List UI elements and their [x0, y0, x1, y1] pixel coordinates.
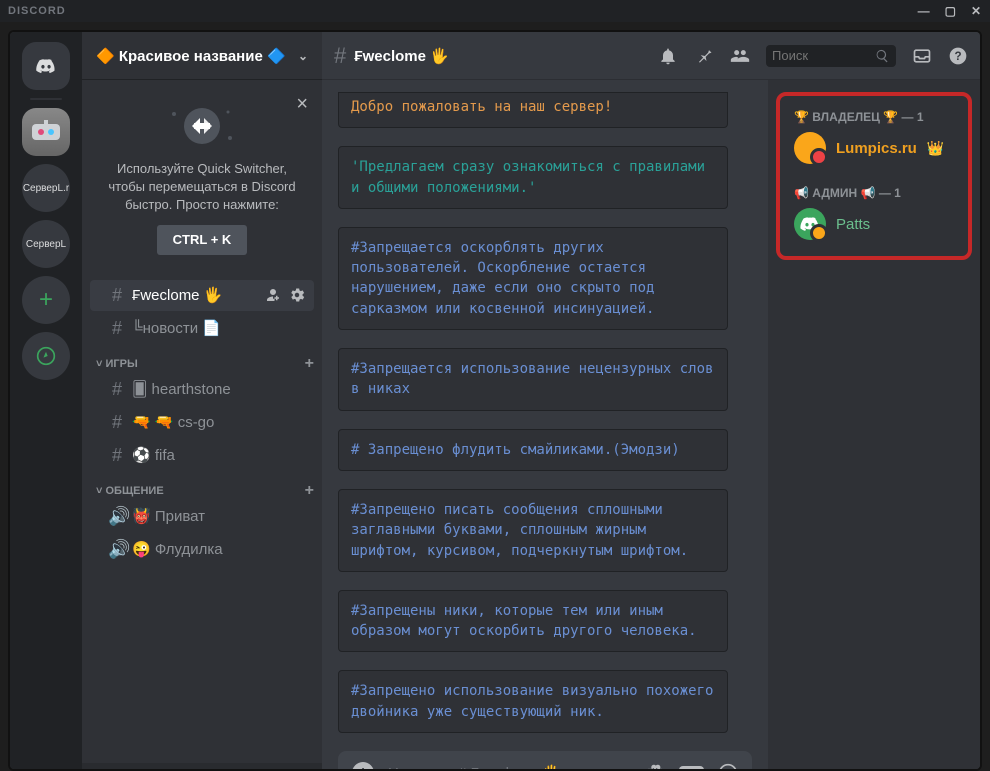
message: #Запрещены ники, которые тем или иным об…: [338, 590, 728, 653]
server-avatar[interactable]: [22, 108, 70, 156]
search-field[interactable]: [772, 48, 869, 63]
channel-label: ₣weclome 🖐: [132, 286, 222, 304]
speaker-icon: 🔊: [108, 539, 126, 560]
message: Добро пожаловать на наш сервер!: [338, 92, 728, 128]
channel-weclome[interactable]: # ₣weclome 🖐: [90, 280, 314, 311]
window-close[interactable]: ✕: [971, 4, 982, 18]
channel-label: 👹 Приват: [132, 507, 205, 525]
voice-private[interactable]: 🔊 👹 Приват: [90, 501, 314, 532]
hash-icon: #: [108, 445, 126, 466]
inbox-icon[interactable]: [912, 46, 932, 66]
hash-icon: #: [108, 379, 126, 400]
channel-label: 🔫 🔫 cs-go: [132, 413, 214, 431]
message: #Запрещено использование визуально похож…: [338, 670, 728, 733]
close-icon[interactable]: ×: [296, 90, 308, 118]
svg-text:?: ?: [954, 50, 961, 63]
message: #Запрещается оскорблять других пользоват…: [338, 227, 728, 330]
message: #Запрещено писать сообщения сплошными за…: [338, 489, 728, 572]
bell-icon[interactable]: [658, 46, 678, 66]
hash-icon: #: [108, 318, 126, 339]
search-input[interactable]: [766, 45, 896, 67]
channel-label: ⚽ fifa: [132, 446, 175, 464]
message: 'Предлагаем сразу ознакомиться с правила…: [338, 146, 728, 209]
channel-label: ╚новости 📄: [132, 319, 221, 337]
member-avatar: [794, 132, 826, 164]
members-icon[interactable]: [730, 46, 750, 66]
quick-switcher-card: × Используйте Quick Switcher, чтобы пере…: [90, 88, 314, 271]
server-avatar[interactable]: СерверL: [22, 220, 70, 268]
invite-icon[interactable]: [264, 286, 282, 304]
channel-hearthstone[interactable]: # 🂠 hearthstone: [90, 374, 314, 405]
app-title: DISCORD: [8, 5, 66, 17]
channel-fifa[interactable]: # ⚽ fifa: [90, 440, 314, 471]
channel-header: # ₣weclome 🖐 ?: [322, 32, 980, 80]
server-avatar[interactable]: СерверL.r: [22, 164, 70, 212]
emoji-icon[interactable]: [718, 763, 738, 771]
search-icon: [875, 47, 890, 65]
server-list: СерверL.r СерверL +: [10, 32, 82, 771]
role-header-admin: 📢 АДМИН 📢 — 1: [788, 178, 960, 204]
member-row[interactable]: Lumpics.ru 👑: [788, 128, 960, 168]
explore-button[interactable]: [22, 332, 70, 380]
channel-csgo[interactable]: # 🔫 🔫 cs-go: [90, 407, 314, 438]
add-channel-icon[interactable]: +: [305, 355, 314, 373]
crown-icon: 👑: [927, 140, 944, 157]
message: # Запрещено флудить смайликами.(Эмодзи): [338, 429, 728, 471]
message-input[interactable]: + Написать # ₣weclome 🖐 GIF: [338, 751, 752, 771]
member-list: 🏆 ВЛАДЕЛЕЦ 🏆 — 1 Lumpics.ru 👑 📢 АДМИН 📢 …: [768, 80, 980, 771]
hash-icon: #: [334, 43, 346, 69]
pin-icon[interactable]: [694, 46, 714, 66]
category-games[interactable]: ˅ ИГРЫ +: [82, 345, 322, 373]
member-avatar: [794, 208, 826, 240]
quick-switcher-art: [102, 102, 302, 150]
quick-switcher-text: Используйте Quick Switcher, чтобы переме…: [102, 160, 302, 215]
input-placeholder: Написать # ₣weclome 🖐: [388, 764, 631, 771]
chevron-down-icon: ⌄: [298, 49, 308, 63]
gift-icon[interactable]: [645, 763, 665, 771]
speaker-icon: 🔊: [108, 506, 126, 527]
member-name: Lumpics.ru: [836, 140, 917, 157]
attach-button[interactable]: +: [352, 762, 374, 771]
channel-label: 🂠 hearthstone: [132, 380, 231, 398]
channel-title: ₣weclome 🖐: [354, 47, 449, 65]
channel-news[interactable]: # ╚новости 📄: [90, 313, 314, 344]
message: #Запрещается использование нецензурных с…: [338, 348, 728, 411]
gif-button[interactable]: GIF: [679, 766, 704, 771]
home-button[interactable]: [22, 42, 70, 90]
hash-icon: #: [108, 285, 126, 306]
member-name: Patts: [836, 216, 870, 233]
message-scroller: Добро пожаловать на наш сервер! 'Предлаг…: [322, 80, 768, 751]
member-row[interactable]: Patts: [788, 204, 960, 244]
server-name: 🔶 Красивое название 🔷: [96, 47, 286, 65]
server-header[interactable]: 🔶 Красивое название 🔷 ⌄: [82, 32, 322, 80]
add-server-button[interactable]: +: [22, 276, 70, 324]
hash-icon: #: [108, 412, 126, 433]
quick-switcher-button[interactable]: CTRL + K: [157, 225, 248, 255]
role-header-owner: 🏆 ВЛАДЕЛЕЦ 🏆 — 1: [788, 102, 960, 128]
window-maximize[interactable]: ▢: [945, 4, 957, 18]
category-talk[interactable]: ˅ ОБЩЕНИЕ +: [82, 472, 322, 500]
window-minimize[interactable]: —: [918, 4, 931, 18]
voice-flood[interactable]: 🔊 😜 Флудилка: [90, 534, 314, 565]
channel-label: 😜 Флудилка: [132, 540, 223, 558]
help-icon[interactable]: ?: [948, 46, 968, 66]
user-panel: Lumpics.ru #2719: [82, 763, 322, 771]
gear-icon[interactable]: [288, 286, 306, 304]
add-channel-icon[interactable]: +: [305, 482, 314, 500]
